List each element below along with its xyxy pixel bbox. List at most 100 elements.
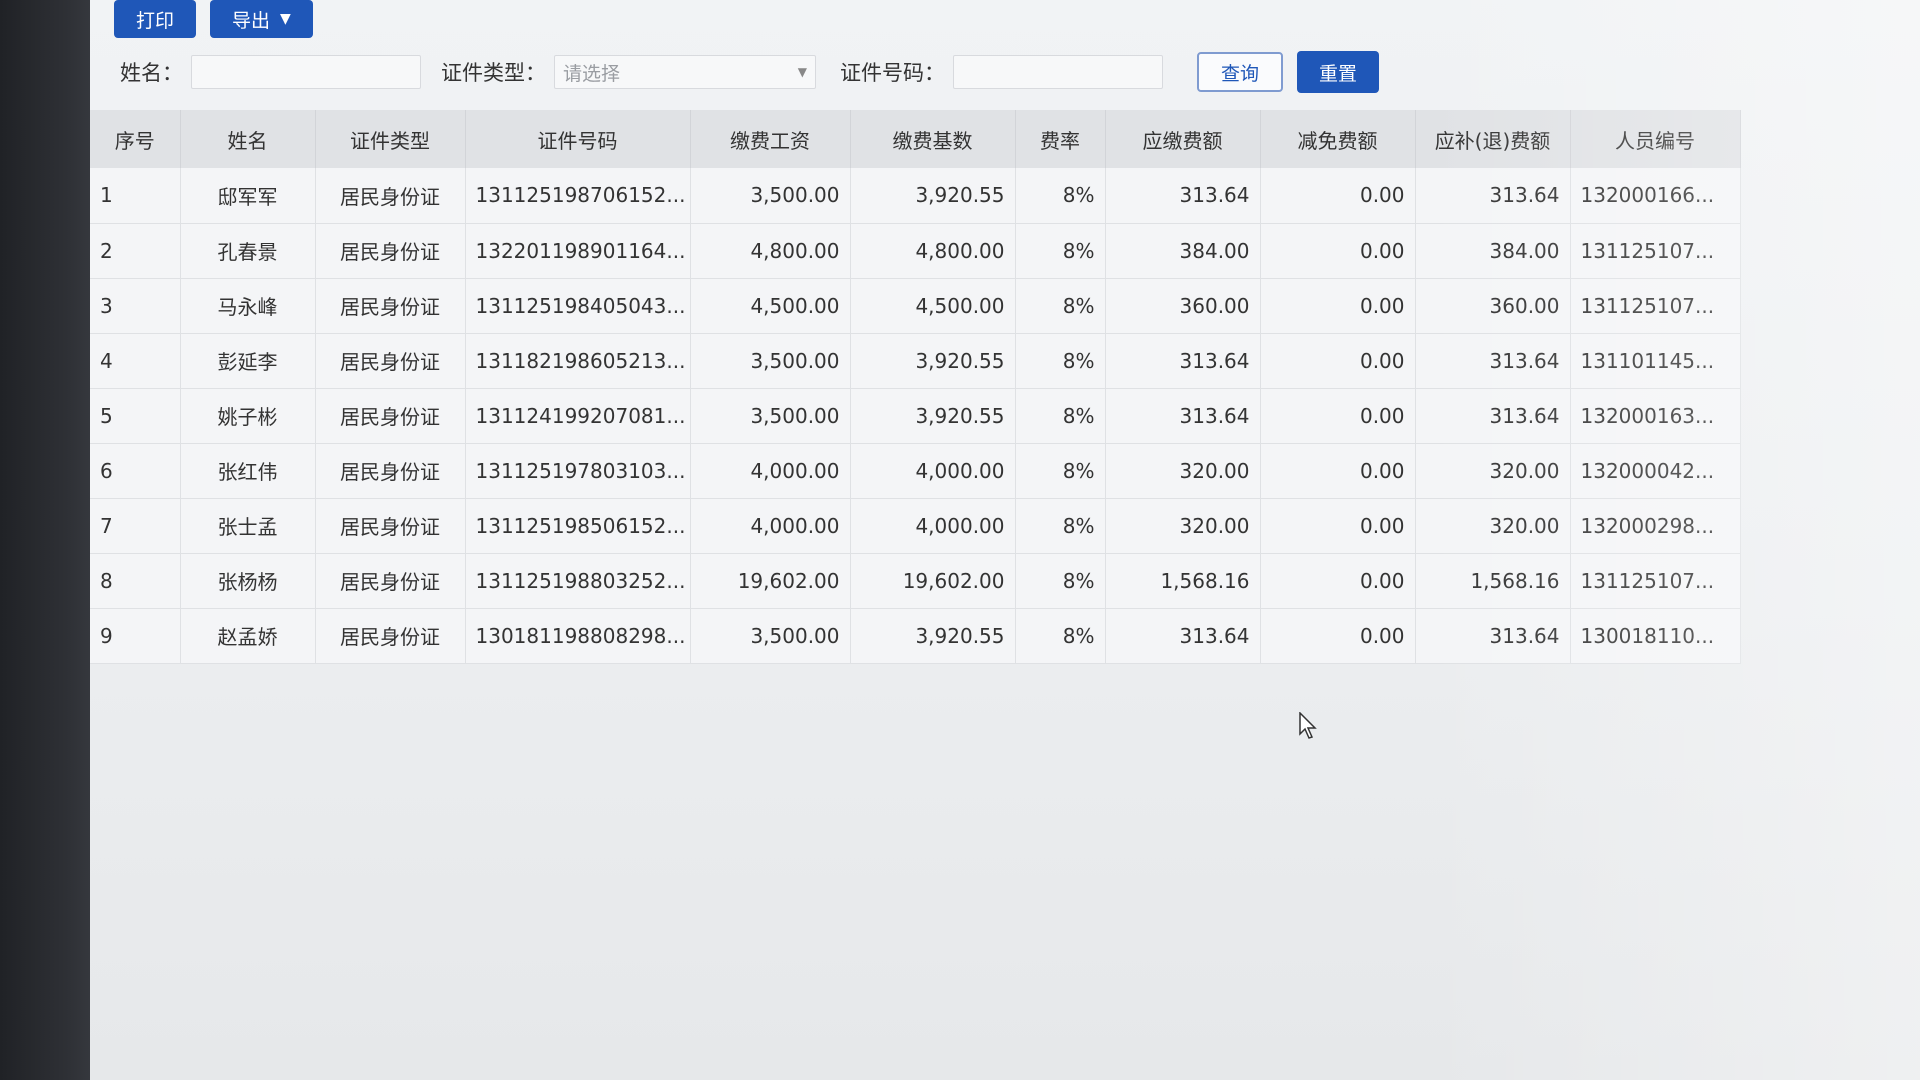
header-person-id: 人员编号 [1570,110,1741,168]
cell-wage: 19,602.00 [690,553,851,608]
query-button-label: 查询 [1221,62,1260,85]
cell-refund: 313.64 [1415,168,1571,223]
cell-rate: 8% [1015,168,1106,223]
cell-person-id: 131101145... [1570,333,1741,388]
cell-due: 1,568.16 [1105,553,1261,608]
cell-person-id: 131125107... [1570,278,1741,333]
cell-seq: 6 [90,443,181,498]
header-rate: 费率 [1015,110,1106,168]
cell-refund: 384.00 [1415,223,1571,278]
table-row[interactable]: 4 彭延李 居民身份证 131182198605213... 3,500.00 3,920… [90,333,1741,388]
query-button[interactable]: 查询 [1197,52,1284,92]
cell-base: 4,000.00 [850,443,1016,498]
cell-seq: 8 [90,553,181,608]
table-row[interactable]: 2 孔春景 居民身份证 132201198901164... 4,800.00 4,800… [90,223,1741,278]
payment-table-container: 序号 姓名 证件类型 证件号码 缴费工资 缴费基数 费率 应缴费额 减免费额 应… [90,110,1741,664]
cell-person-id: 131125107... [1570,553,1741,608]
table-row[interactable]: 1 邸军军 居民身份证 131125198706152... 3,500.00 3,920… [90,168,1741,223]
table-header-row: 序号 姓名 证件类型 证件号码 缴费工资 缴费基数 费率 应缴费额 减免费额 应… [90,110,1741,168]
cell-id-number: 132201198901164... [465,223,691,278]
cell-name: 马永峰 [180,278,316,333]
table-row[interactable]: 8 张杨杨 居民身份证 131125198803252... 19,602.00 19,6… [90,553,1741,608]
cell-id-type: 居民身份证 [315,443,466,498]
header-seq: 序号 [90,110,181,168]
cell-id-number: 131125198706152... [465,168,691,223]
cell-refund: 313.64 [1415,333,1571,388]
cell-seq: 3 [90,278,181,333]
header-base: 缴费基数 [850,110,1016,168]
cell-rate: 8% [1015,223,1106,278]
cell-due: 384.00 [1105,223,1261,278]
id-number-label: 证件号码： [840,61,945,85]
id-type-placeholder: 请选择 [563,62,621,85]
cell-due: 320.00 [1105,443,1261,498]
cell-name: 赵孟娇 [180,608,316,663]
cell-seq: 5 [90,388,181,443]
id-type-select[interactable]: 请选择 ▼ [554,55,816,89]
cell-refund: 360.00 [1415,278,1571,333]
cell-wage: 3,500.00 [690,168,851,223]
id-number-input[interactable] [953,55,1163,89]
cell-person-id: 130018110... [1570,608,1741,663]
cell-base: 4,500.00 [850,278,1016,333]
table-row[interactable]: 3 马永峰 居民身份证 131125198405043... 4,500.00 4,500… [90,278,1741,333]
cell-wage: 4,500.00 [690,278,851,333]
cell-exempt: 0.00 [1260,553,1416,608]
cell-id-number: 131124199207081... [465,388,691,443]
cell-refund: 313.64 [1415,608,1571,663]
header-due: 应缴费额 [1105,110,1261,168]
cell-name: 张士孟 [180,498,316,553]
cell-id-number: 131125198405043... [465,278,691,333]
print-button[interactable]: 打印 [114,0,197,38]
cell-base: 3,920.55 [850,608,1016,663]
cell-rate: 8% [1015,553,1106,608]
cell-id-number: 131125198803252... [465,553,691,608]
print-button-label: 打印 [136,9,175,32]
cell-id-type: 居民身份证 [315,608,466,663]
cell-name: 邸军军 [180,168,316,223]
table-row[interactable]: 5 姚子彬 居民身份证 131124199207081... 3,500.00 3,920… [90,388,1741,443]
cell-due: 320.00 [1105,498,1261,553]
cell-person-id: 132000163... [1570,388,1741,443]
name-label: 姓名： [120,61,183,85]
cell-due: 360.00 [1105,278,1261,333]
cell-name: 张杨杨 [180,553,316,608]
table-body: 1 邸军军 居民身份证 131125198706152... 3,500.00 3,920… [90,168,1741,663]
cell-name: 彭延李 [180,333,316,388]
cell-id-type: 居民身份证 [315,333,466,388]
cell-base: 4,000.00 [850,498,1016,553]
header-id-number: 证件号码 [465,110,691,168]
header-name: 姓名 [180,110,316,168]
cell-wage: 4,000.00 [690,443,851,498]
chevron-down-icon: ▼ [280,11,291,27]
table-row[interactable]: 9 赵孟娇 居民身份证 130181198808298... 3,500.00 3,920… [90,608,1741,663]
table-row[interactable]: 6 张红伟 居民身份证 131125197803103... 4,000.00 4,000… [90,443,1741,498]
cell-refund: 320.00 [1415,443,1571,498]
cell-person-id: 131125107... [1570,223,1741,278]
cell-exempt: 0.00 [1260,168,1416,223]
cell-refund: 1,568.16 [1415,553,1571,608]
cell-id-type: 居民身份证 [315,498,466,553]
header-wage: 缴费工资 [690,110,851,168]
cell-person-id: 132000166... [1570,168,1741,223]
reset-button[interactable]: 重置 [1297,51,1380,93]
cell-name: 姚子彬 [180,388,316,443]
cell-due: 313.64 [1105,333,1261,388]
cell-refund: 313.64 [1415,388,1571,443]
table-row[interactable]: 7 张士孟 居民身份证 131125198506152... 4,000.00 4,000… [90,498,1741,553]
export-button[interactable]: 导出 ▼ [210,0,313,38]
cell-due: 313.64 [1105,388,1261,443]
cell-rate: 8% [1015,388,1106,443]
header-id-type: 证件类型 [315,110,466,168]
name-input[interactable] [191,55,421,89]
cell-id-number: 130181198808298... [465,608,691,663]
cell-id-type: 居民身份证 [315,223,466,278]
export-button-label: 导出 [232,9,271,32]
cell-seq: 1 [90,168,181,223]
cell-rate: 8% [1015,498,1106,553]
cell-exempt: 0.00 [1260,278,1416,333]
cell-id-number: 131125197803103... [465,443,691,498]
cell-name: 孔春景 [180,223,316,278]
id-type-label: 证件类型： [441,61,546,85]
cell-seq: 2 [90,223,181,278]
